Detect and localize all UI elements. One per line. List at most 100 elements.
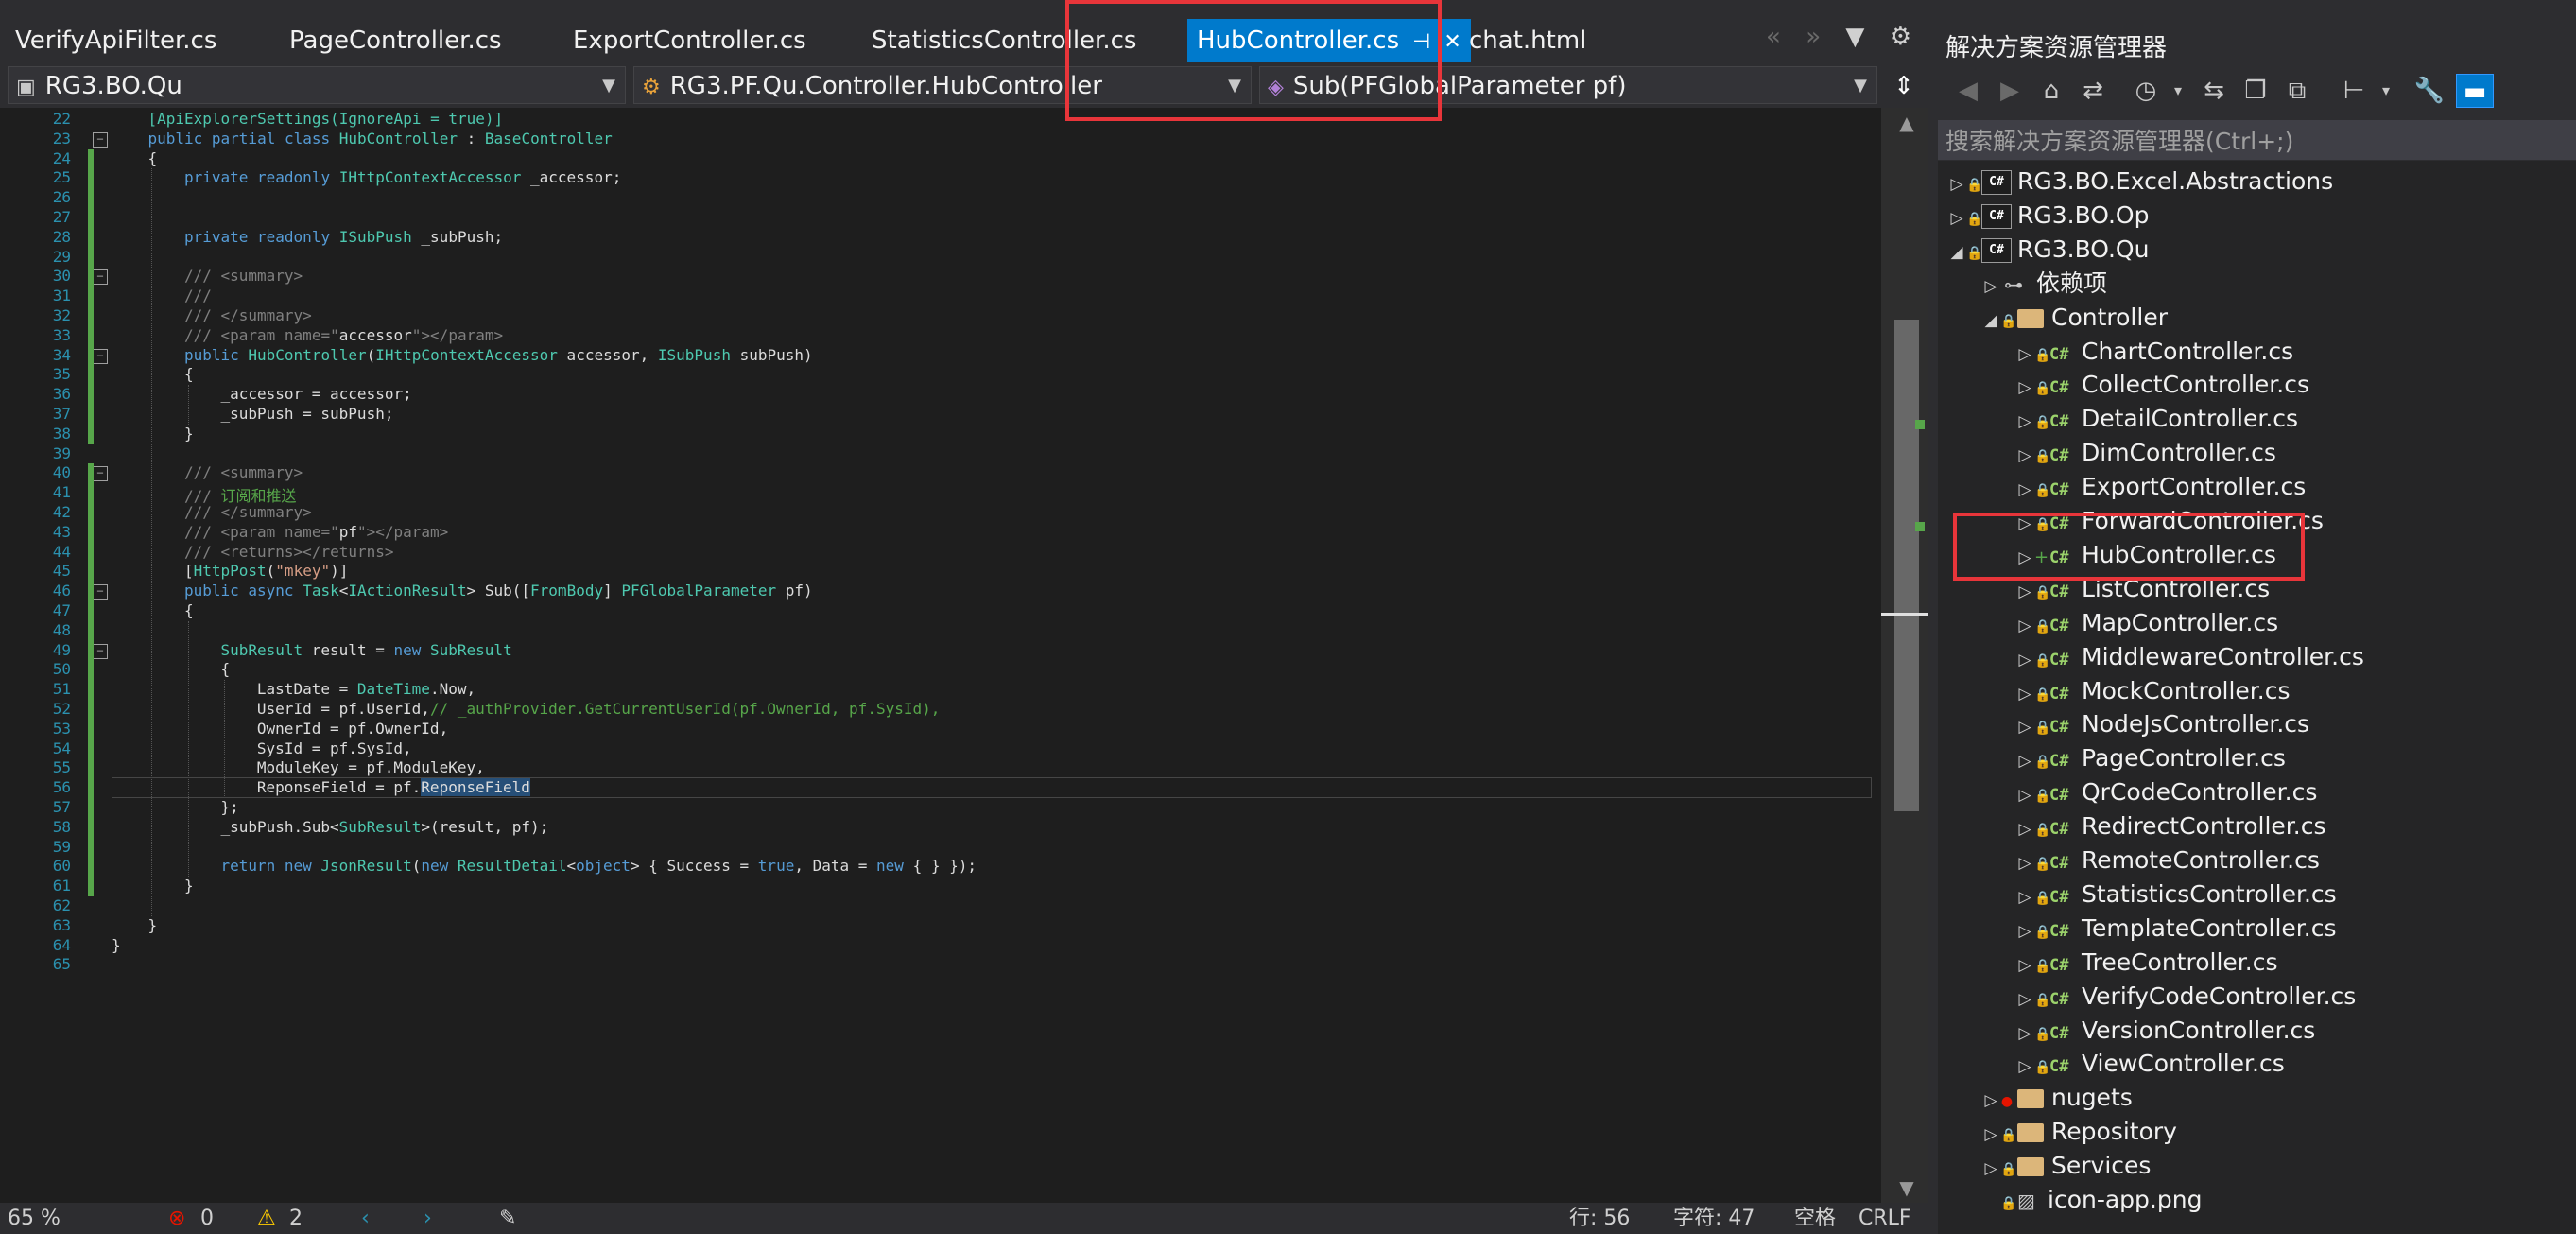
expander-icon[interactable]: ▷	[2015, 507, 2034, 541]
fold-toggle-icon[interactable]: −	[93, 643, 108, 659]
tree-item-viewcontroller-cs[interactable]: ▷ 🔒C# ViewController.cs	[2015, 1047, 2284, 1084]
expander-icon[interactable]: ▷	[2015, 744, 2034, 778]
tree-item-mockcontroller-cs[interactable]: ▷ 🔒C# MockController.cs	[2015, 674, 2290, 708]
expander-icon[interactable]: ▷	[1981, 1084, 2000, 1118]
tree-item-redirectcontroller-cs[interactable]: ▷ 🔒C# RedirectController.cs	[2015, 809, 2325, 846]
expander-icon[interactable]: ◢	[1981, 304, 2000, 338]
tree-item-exportcontroller-cs[interactable]: ▷ 🔒C# ExportController.cs	[2015, 470, 2306, 504]
forward-icon[interactable]: ▶	[1991, 74, 2029, 108]
tree-item-remotecontroller-cs[interactable]: ▷ 🔒C# RemoteController.cs	[2015, 843, 2319, 880]
solution-search-input[interactable]	[1944, 124, 2571, 158]
warning-icon[interactable]: ⚠	[257, 1203, 276, 1234]
wrench-icon[interactable]: 🔧	[2411, 74, 2448, 108]
expander-icon[interactable]: ▷	[2015, 677, 2034, 711]
expander-icon[interactable]	[1981, 1186, 2000, 1220]
scrollbar-thumb[interactable]	[1894, 320, 1919, 811]
scroll-down-icon[interactable]: ▼	[1894, 1176, 1919, 1199]
tree-item-listcontroller-cs[interactable]: ▷ 🔒C# ListController.cs	[2015, 572, 2270, 606]
brush-icon[interactable]: ✎	[499, 1203, 516, 1234]
expander-icon[interactable]: ▷	[1947, 201, 1966, 235]
expander-icon[interactable]: ▷	[2015, 778, 2034, 812]
expander-icon[interactable]: ▷	[2015, 405, 2034, 439]
expander-icon[interactable]: ◢	[1947, 235, 1966, 269]
expander-icon[interactable]: ▷	[2015, 948, 2034, 982]
tree-item-controller[interactable]: ◢ 🔒 Controller	[1981, 301, 2168, 335]
tree-item-middlewarecontroller-cs[interactable]: ▷ 🔒C# MiddlewareController.cs	[2015, 640, 2363, 677]
tab-pagecontroller[interactable]: PageController.cs	[289, 19, 502, 62]
home-icon[interactable]: ⌂	[2032, 74, 2070, 108]
vertical-scrollbar[interactable]: ▲ ▼	[1881, 108, 1928, 1203]
expander-icon[interactable]: ▷	[2015, 541, 2034, 575]
fold-toggle-icon[interactable]: −	[93, 269, 108, 286]
expander-icon[interactable]: ▷	[2015, 914, 2034, 948]
fold-toggle-icon[interactable]: −	[93, 348, 108, 364]
tree-item-rg3-bo-op[interactable]: ▷ 🔒 C# RG3.BO.Op	[1947, 199, 2149, 233]
tree-item-nugets[interactable]: ▷ ● nugets	[1981, 1081, 2132, 1118]
scroll-tabs-left-icon[interactable]: «	[1766, 23, 1781, 51]
expander-icon[interactable]: ▷	[2015, 371, 2034, 405]
tab-chat-html[interactable]: chat.html	[1469, 19, 1586, 62]
tree-item-repository[interactable]: ▷ 🔒 Repository	[1981, 1115, 2176, 1152]
split-editor-icon[interactable]: ⇕	[1885, 68, 1923, 104]
expander-icon[interactable]: ▷	[2015, 1050, 2034, 1084]
expander-icon[interactable]: ▷	[2015, 575, 2034, 609]
show-all-files-icon[interactable]: ⧉	[2278, 74, 2316, 108]
tree-item-dimcontroller-cs[interactable]: ▷ 🔒C# DimController.cs	[2015, 436, 2276, 470]
tree-item-versioncontroller-cs[interactable]: ▷ 🔒C# VersionController.cs	[2015, 1014, 2315, 1048]
tree-item-item-3[interactable]: ▷ ⊶ 依赖项	[1981, 267, 2107, 301]
pane-splitter[interactable]	[1928, 0, 1938, 1234]
collapse-all-icon[interactable]: ❐	[2237, 74, 2274, 108]
tree-item-rg3-bo-qu[interactable]: ◢ 🔒 C# RG3.BO.Qu	[1947, 233, 2149, 267]
tab-hubcontroller[interactable]: HubController.cs ⊣ ✕	[1187, 19, 1471, 62]
chevron-down-icon[interactable]: ▾	[2367, 74, 2405, 108]
tree-item-chartcontroller-cs[interactable]: ▷ 🔒C# ChartController.cs	[2015, 335, 2293, 369]
scroll-tabs-right-icon[interactable]: »	[1806, 23, 1821, 51]
tree-item-treecontroller-cs[interactable]: ▷ 🔒C# TreeController.cs	[2015, 946, 2277, 980]
gear-icon[interactable]: ⚙	[1890, 23, 1911, 51]
expander-icon[interactable]: ▷	[2015, 982, 2034, 1017]
expander-icon[interactable]: ▷	[1947, 167, 1966, 201]
tree-item-hubcontroller-cs[interactable]: ▷ +C# HubController.cs	[2015, 538, 2275, 575]
tree-item-statisticscontroller-cs[interactable]: ▷ 🔒C# StatisticsController.cs	[2015, 878, 2336, 912]
zoom-level[interactable]: 65 %	[8, 1203, 61, 1234]
expander-icon[interactable]: ▷	[2015, 710, 2034, 744]
tree-item-templatecontroller-cs[interactable]: ▷ 🔒C# TemplateController.cs	[2015, 912, 2336, 946]
expander-icon[interactable]: ▷	[2015, 1017, 2034, 1051]
tree-item-services[interactable]: ▷ 🔒 Services	[1981, 1149, 2151, 1183]
project-dropdown[interactable]: ▣ RG3.BO.Qu ▼	[8, 66, 626, 104]
tree-item-forwardcontroller-cs[interactable]: ▷ 🔒C# ForwardController.cs	[2015, 504, 2323, 541]
fold-toggle-icon[interactable]: −	[93, 131, 108, 148]
member-dropdown[interactable]: ◈ Sub(PFGlobalParameter pf) ▼	[1259, 66, 1877, 104]
preview-selected-icon[interactable]: ▬	[2456, 74, 2494, 108]
expander-icon[interactable]: ▷	[2015, 473, 2034, 507]
close-icon[interactable]: ✕	[1444, 30, 1461, 54]
tab-exportcontroller[interactable]: ExportController.cs	[573, 19, 806, 62]
tree-item-mapcontroller-cs[interactable]: ▷ 🔒C# MapController.cs	[2015, 606, 2278, 640]
expander-icon[interactable]: ▷	[2015, 846, 2034, 880]
expander-icon[interactable]: ▷	[2015, 643, 2034, 677]
expander-icon[interactable]: ▷	[1981, 269, 2000, 304]
pin-icon[interactable]: ⊣	[1412, 30, 1430, 54]
fold-toggle-icon[interactable]: −	[93, 584, 108, 600]
tab-verifyapifilter[interactable]: VerifyApiFilter.cs	[15, 19, 216, 62]
code-text-area[interactable]: 22 23 24 25 26 27 28 29 30 31 32 33 34 35 36 37 38 39 40 41…	[0, 108, 1881, 1203]
expander-icon[interactable]: ▷	[2015, 812, 2034, 846]
scroll-up-icon[interactable]: ▲	[1894, 112, 1919, 134]
tree-item-rg3-bo-excel-abstractions[interactable]: ▷ 🔒 C# RG3.BO.Excel.Abstractions	[1947, 165, 2333, 199]
expander-icon[interactable]: ▷	[1981, 1118, 2000, 1152]
tree-item-detailcontroller-cs[interactable]: ▷ 🔒C# DetailController.cs	[2015, 402, 2298, 436]
tab-statisticscontroller[interactable]: StatisticsController.cs	[872, 19, 1136, 62]
class-dropdown[interactable]: ⚙ RG3.PF.Qu.Controller.HubController ▼	[633, 66, 1252, 104]
switch-views-icon[interactable]: ⇄	[2074, 74, 2112, 108]
error-icon[interactable]: ⊗	[168, 1203, 185, 1234]
back-icon[interactable]: ◀	[1949, 74, 1987, 108]
tree-item-icon-app-png[interactable]: 🔒▨ icon-app.png	[1981, 1183, 2202, 1217]
tree-item-pagecontroller-cs[interactable]: ▷ 🔒C# PageController.cs	[2015, 741, 2285, 778]
nav-back-icon[interactable]: ‹	[361, 1203, 370, 1234]
expander-icon[interactable]: ▷	[2015, 609, 2034, 643]
tree-item-collectcontroller-cs[interactable]: ▷ 🔒C# CollectController.cs	[2015, 368, 2309, 402]
expander-icon[interactable]: ▷	[1981, 1152, 2000, 1186]
tree-item-nodejscontroller-cs[interactable]: ▷ 🔒C# NodeJsController.cs	[2015, 707, 2309, 741]
expander-icon[interactable]: ▷	[2015, 338, 2034, 372]
tree-item-qrcodecontroller-cs[interactable]: ▷ 🔒C# QrCodeController.cs	[2015, 775, 2317, 809]
